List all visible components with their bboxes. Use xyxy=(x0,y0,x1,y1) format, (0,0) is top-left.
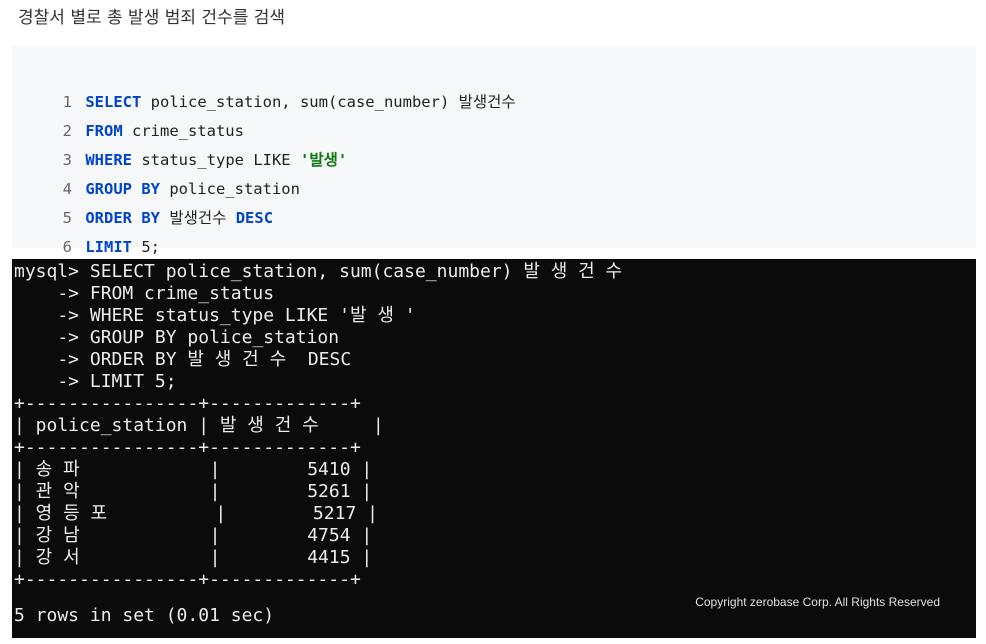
line-number: 6 xyxy=(62,238,72,256)
copyright-text: Copyright zerobase Corp. All Rights Rese… xyxy=(695,595,940,609)
code-line: 2 FROM crime_status xyxy=(12,88,244,140)
table-border: +----------------+-------------+ xyxy=(14,437,361,458)
table-row: | 강 서 | 4415 | xyxy=(14,547,373,568)
terminal-line: -> FROM crime_status xyxy=(14,283,275,304)
sql-keyword: DESC xyxy=(235,209,274,227)
table-header: | police_station | 발 생 건 수 | xyxy=(14,415,384,436)
terminal-line: -> GROUP BY police_station xyxy=(14,327,340,348)
table-row: | 강 남 | 4754 | xyxy=(14,525,373,546)
terminal-line: -> WHERE status_type LIKE '발 생 ' xyxy=(14,305,416,326)
sql-keyword: LIMIT xyxy=(85,238,132,256)
terminal-output: mysql> SELECT police_station, sum(case_n… xyxy=(12,259,976,638)
table-row: | 영 등 포 | 5217 | xyxy=(14,503,378,524)
table-row: | 송 파 | 5410 | xyxy=(14,459,373,480)
code-line: 1 SELECT police_station, sum(case_number)… xyxy=(12,59,516,111)
code-line: 3 WHERE status_type LIKE '발생' xyxy=(12,117,348,169)
terminal-line: -> ORDER BY 발 생 건 수 DESC xyxy=(14,349,352,370)
sql-string: '발생' xyxy=(299,151,348,169)
result-summary: 5 rows in set (0.01 sec) xyxy=(14,605,275,626)
terminal-line: -> LIMIT 5; xyxy=(14,371,177,392)
table-border: +----------------+-------------+ xyxy=(14,569,361,590)
sql-text: 발생건수 xyxy=(159,209,236,227)
code-line: 5 ORDER BY 발생건수 DESC xyxy=(12,175,273,227)
table-border: +----------------+-------------+ xyxy=(14,393,361,414)
sql-code-block: 1 SELECT police_station, sum(case_number)… xyxy=(12,46,976,256)
code-line: 6 LIMIT 5; xyxy=(12,204,160,256)
table-row: | 관 악 | 5261 | xyxy=(14,481,373,502)
code-line: 4 GROUP BY police_station xyxy=(12,146,300,198)
page-title: 경찰서 별로 총 발생 범죄 건수를 검색 xyxy=(18,8,286,28)
sql-text: 5; xyxy=(132,238,160,256)
terminal-line: mysql> SELECT police_station, sum(case_n… xyxy=(14,261,623,282)
